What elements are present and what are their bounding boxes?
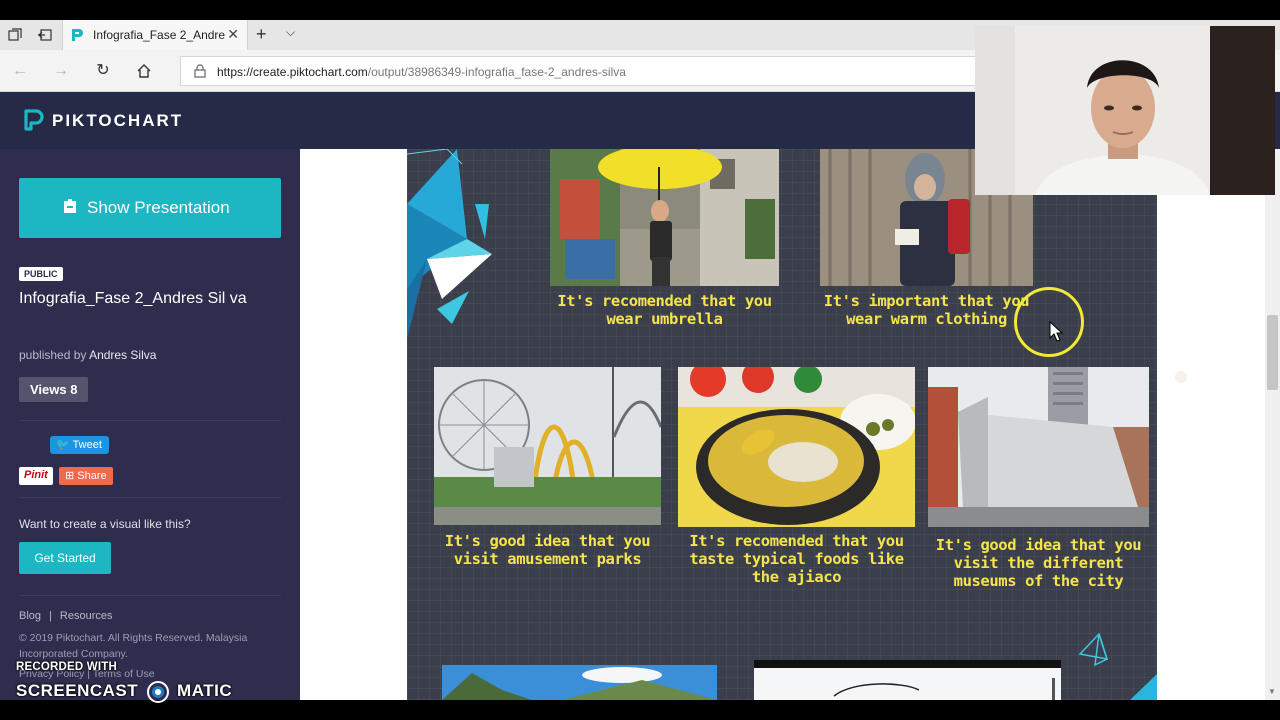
watermark-brand-left: SCREENCAST [16, 681, 139, 701]
amusement-park-photo [434, 367, 661, 525]
mouse-pointer-icon [1049, 321, 1063, 342]
google-share-button[interactable]: ⊞ Share [59, 467, 113, 485]
cursor-trail [1175, 371, 1187, 383]
screencast-o-matic-watermark: SCREENCAST MATIC [16, 681, 232, 703]
ajiaco-photo [678, 367, 915, 527]
show-presentation-label: Show Presentation [87, 198, 230, 217]
sidebar: Show Presentation PUBLIC Infografia_Fase… [0, 149, 300, 720]
lock-icon [194, 64, 206, 78]
page-scrollbar[interactable]: ▲ ▼ [1265, 149, 1280, 700]
copyright-text: © 2019 Piktochart. All Rights Reserved. … [19, 632, 248, 660]
arrow-left-icon[interactable]: ← [10, 61, 30, 81]
caption-warm-clothing: It's important that you wear warm clothi… [823, 292, 1030, 328]
public-badge: PUBLIC [19, 267, 63, 281]
infographic: It's recomended that you wear umbrella I… [407, 149, 1157, 700]
home-icon[interactable] [134, 61, 154, 81]
divider [19, 595, 281, 596]
cta-text: Want to create a visual like this? [19, 517, 191, 531]
refresh-icon[interactable]: ↻ [93, 61, 113, 81]
piktochart-logo-icon[interactable] [24, 109, 44, 131]
caption-ajiaco: It's recomended that you taste typical f… [689, 532, 904, 586]
published-by-label: published by [19, 348, 87, 362]
tab-title: Infografia_Fase 2_Andre [93, 28, 226, 42]
url-path: /output/38986349-infografia_fase-2_andre… [367, 65, 626, 79]
piktochart-brand[interactable]: PIKTOCHART [52, 111, 183, 131]
url-host: https://create.piktochart.com [217, 65, 368, 79]
twitter-bird-icon: 🐦 [56, 439, 70, 451]
published-by: published by Andres Silva [19, 348, 156, 362]
pinit-button[interactable]: Pinit [19, 467, 53, 485]
arrow-right-icon[interactable]: → [51, 61, 71, 81]
share-label: Share [77, 470, 107, 482]
chevron-down-icon[interactable]: ⌵ [286, 25, 295, 40]
author-link[interactable]: Andres Silva [89, 348, 156, 362]
footer-separator: | [49, 610, 52, 622]
views-count: Views 8 [19, 377, 89, 402]
decorative-corner-triangles-icon [1078, 632, 1157, 700]
museum-building-photo [928, 367, 1149, 527]
letterbox-bottom [0, 700, 1280, 720]
infographic-title: Infografia_Fase 2_Andres Sil va [19, 290, 247, 307]
footer-links: Blog | Resources [19, 610, 120, 622]
divider [19, 420, 281, 421]
get-started-button[interactable]: Get Started [19, 542, 111, 574]
letterbox-top [0, 0, 1280, 20]
sketch-photo [754, 660, 1061, 700]
caption-umbrella: It's recomended that you wear umbrella [557, 292, 772, 328]
watermark-brand-right: MATIC [177, 681, 233, 701]
scrollbar-thumb[interactable] [1267, 315, 1278, 390]
mountain-photo [442, 665, 717, 700]
plus-icon[interactable]: + [256, 24, 267, 45]
set-aside-tabs-icon[interactable] [37, 27, 53, 43]
resources-link[interactable]: Resources [60, 610, 113, 622]
decorative-triangles-icon [407, 149, 492, 339]
show-presentation-button[interactable]: Show Presentation [19, 178, 281, 238]
url-text: https://create.piktochart.com/output/389… [217, 65, 626, 79]
content-area: It's recomended that you wear umbrella I… [300, 149, 1265, 700]
google-plus-icon: ⊞ [65, 470, 75, 482]
scroll-down-icon[interactable]: ▼ [1268, 687, 1276, 696]
presentation-icon [64, 199, 76, 213]
screen: Infografia_Fase 2_Andre ✕ + ⌵ ← → ↻ http… [0, 0, 1280, 720]
piktochart-favicon-icon [72, 29, 83, 41]
blog-link[interactable]: Blog [19, 610, 41, 622]
close-tab-icon[interactable]: ✕ [227, 26, 239, 43]
tweet-label: Tweet [72, 439, 102, 451]
divider [19, 497, 281, 498]
caption-museums: It's good idea that you visit the differ… [935, 536, 1142, 590]
active-tab[interactable]: Infografia_Fase 2_Andre ✕ [62, 20, 248, 50]
caption-amusement-parks: It's good idea that you visit amusement … [444, 532, 651, 568]
umbrella-girl-photo [550, 149, 779, 286]
tab-actions-icon[interactable] [7, 27, 23, 43]
tweet-button[interactable]: 🐦 Tweet [50, 436, 109, 454]
watermark-recorded-with: RECORDED WITH [16, 661, 117, 673]
webcam-overlay [975, 26, 1275, 195]
screencast-logo-icon [146, 681, 169, 703]
